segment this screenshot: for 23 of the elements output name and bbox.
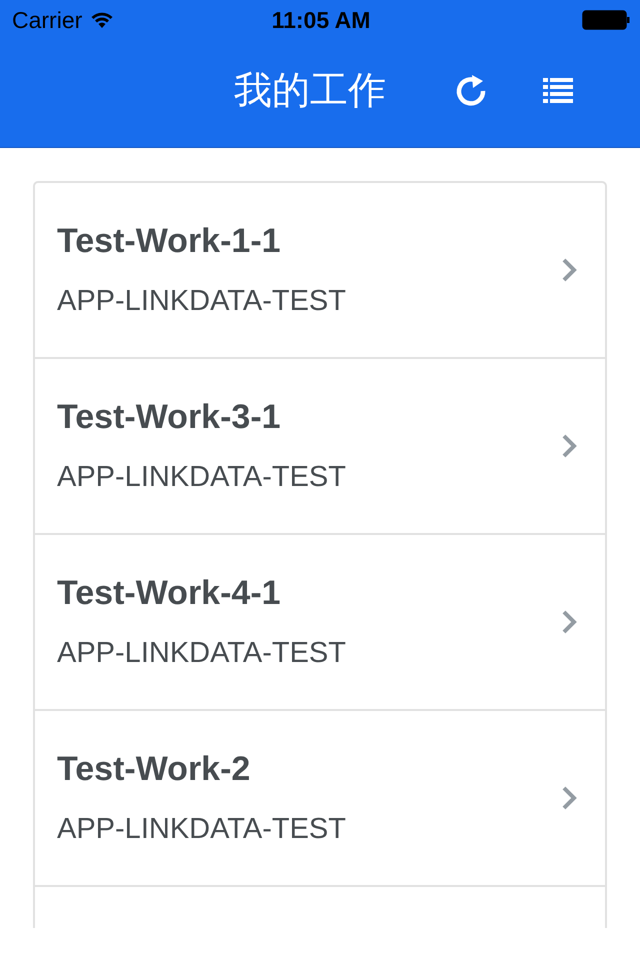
wifi-icon bbox=[90, 11, 114, 29]
carrier-name: Carrier bbox=[12, 6, 82, 34]
work-title: Test-Work-2 bbox=[57, 750, 252, 789]
status-time: 11:05 AM bbox=[272, 6, 370, 34]
work-title: Test-Work-1-1 bbox=[57, 222, 282, 261]
work-list-item[interactable]: Test-Work-2 APP-LINKDATA-TEST bbox=[35, 711, 605, 887]
project-name: APP-LINKDATA-TEST bbox=[57, 637, 346, 670]
chevron-icon bbox=[561, 609, 577, 635]
chevron-icon bbox=[561, 257, 577, 283]
work-title: Test-Work-4-1 bbox=[57, 574, 282, 613]
list-icon[interactable] bbox=[543, 78, 573, 104]
work-list-item[interactable]: Test-Work-3-1 APP-LINKDATA-TEST bbox=[35, 359, 605, 535]
chevron-icon bbox=[561, 433, 577, 459]
project-name: APP-LINKDATA-TEST bbox=[57, 813, 346, 846]
chevron-icon bbox=[561, 785, 577, 811]
project-name: APP-LINKDATA-TEST bbox=[57, 285, 346, 318]
work-title: Test-Work-3-1 bbox=[57, 398, 282, 437]
battery-icon bbox=[582, 10, 630, 30]
nav-title: 我的工作 bbox=[234, 67, 386, 114]
work-list-item[interactable]: Test-Work-4-1 APP-LINKDATA-TEST bbox=[35, 535, 605, 711]
project-name: APP-LINKDATA-TEST bbox=[57, 461, 346, 494]
refresh-icon[interactable] bbox=[454, 74, 488, 108]
work-list-item[interactable]: Test-Work-1-1 APP-LINKDATA-TEST bbox=[35, 183, 605, 359]
